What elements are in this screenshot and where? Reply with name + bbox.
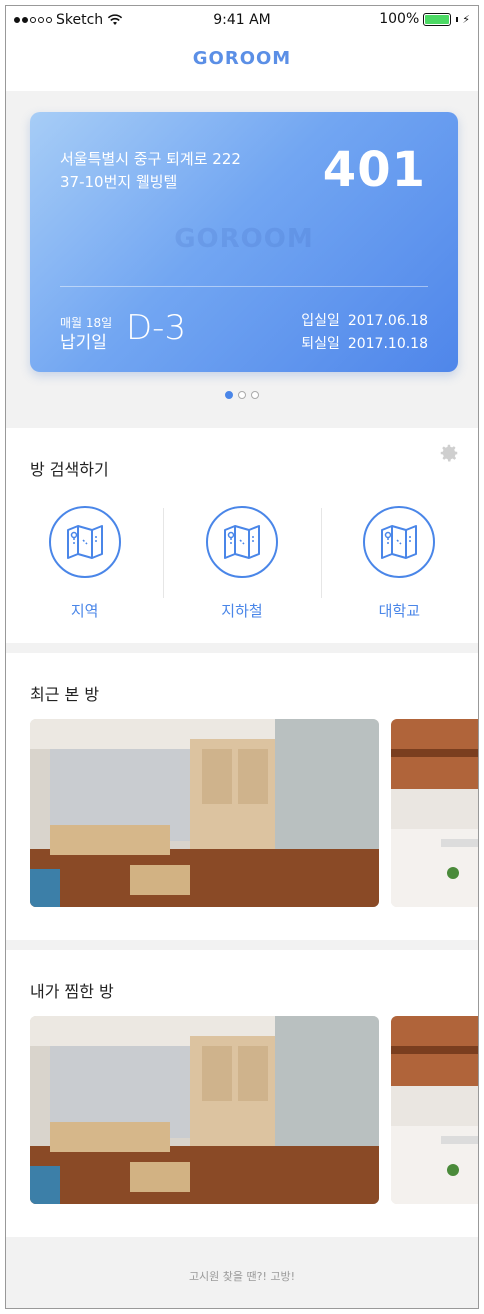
app-frame: Sketch 9:41 AM 100% ⚡ GOROOM 서울특별시 중구 퇴계…: [5, 5, 479, 1309]
due-countdown: D-3: [126, 308, 187, 348]
search-option-label: 지역: [70, 602, 99, 620]
nav-bar: GOROOM: [6, 36, 478, 91]
move-in-date: 2017.06.18: [347, 313, 428, 329]
map-icon[interactable]: [205, 506, 278, 578]
recent-title: 최근 본 방: [30, 685, 100, 704]
search-option-university[interactable]: 대학교: [320, 506, 478, 621]
card-watermark: GOROOM: [174, 224, 314, 254]
recent-rooms-section: 최근 본 방: [6, 653, 478, 940]
map-icon[interactable]: [363, 506, 436, 578]
liked-rooms-carousel[interactable]: [30, 1016, 478, 1204]
search-section: 방 검색하기 지역 지하철 대학교: [6, 428, 478, 643]
footer: 고시원 찾을 땐?! 고방!: [6, 1242, 478, 1308]
due-label: 납기일: [60, 333, 107, 353]
battery-cap: [456, 16, 459, 22]
battery-percent: 100%: [379, 11, 420, 27]
search-title: 방 검색하기: [30, 460, 109, 479]
search-option-region[interactable]: 지역: [6, 506, 163, 621]
liked-title: 내가 찜한 방: [30, 982, 114, 1001]
search-options: 지역 지하철 대학교: [6, 506, 478, 621]
recent-rooms-carousel[interactable]: [30, 719, 478, 907]
gear-icon[interactable]: [438, 442, 460, 464]
move-out-label: 퇴실일: [301, 336, 340, 352]
address-line-2: 37-10번지 웰빙텔: [60, 173, 178, 191]
move-in-label: 입실일: [301, 313, 340, 329]
move-out-date: 2017.10.18: [347, 336, 428, 352]
status-bar: Sketch 9:41 AM 100% ⚡: [6, 6, 478, 36]
room-photo[interactable]: [391, 1016, 478, 1204]
search-option-label: 대학교: [378, 602, 421, 620]
move-in-row: 입실일 2017.06.18: [301, 310, 428, 333]
room-card[interactable]: 서울특별시 중구 퇴계로 222 37-10번지 웰빙텔 401 GOROOM …: [30, 112, 458, 372]
charging-icon: ⚡: [462, 12, 470, 26]
card-divider: [60, 286, 428, 287]
room-photo[interactable]: [30, 719, 379, 907]
move-out-row: 퇴실일 2017.10.18: [301, 333, 428, 356]
room-number: 401: [322, 142, 426, 198]
pager-dot[interactable]: [251, 391, 259, 399]
search-option-subway[interactable]: 지하철: [163, 506, 320, 621]
map-icon[interactable]: [48, 506, 121, 578]
search-option-label: 지하철: [221, 602, 263, 620]
pager-dot[interactable]: [238, 391, 246, 399]
battery-icon: [423, 12, 452, 26]
pager-dot[interactable]: [225, 391, 233, 399]
room-photo[interactable]: [30, 1016, 379, 1204]
card-pager[interactable]: [6, 391, 478, 399]
status-right: 100% ⚡: [379, 11, 470, 27]
stay-dates: 입실일 2017.06.18 퇴실일 2017.10.18: [301, 310, 428, 356]
footer-text: 고시원 찾을 땐?! 고방!: [188, 1270, 296, 1283]
app-title: GOROOM: [192, 48, 292, 69]
liked-rooms-section: 내가 찜한 방: [6, 950, 478, 1237]
room-address: 서울특별시 중구 퇴계로 222 37-10번지 웰빙텔: [60, 148, 241, 194]
address-line-1: 서울특별시 중구 퇴계로 222: [60, 150, 241, 168]
room-photo[interactable]: [391, 719, 478, 907]
